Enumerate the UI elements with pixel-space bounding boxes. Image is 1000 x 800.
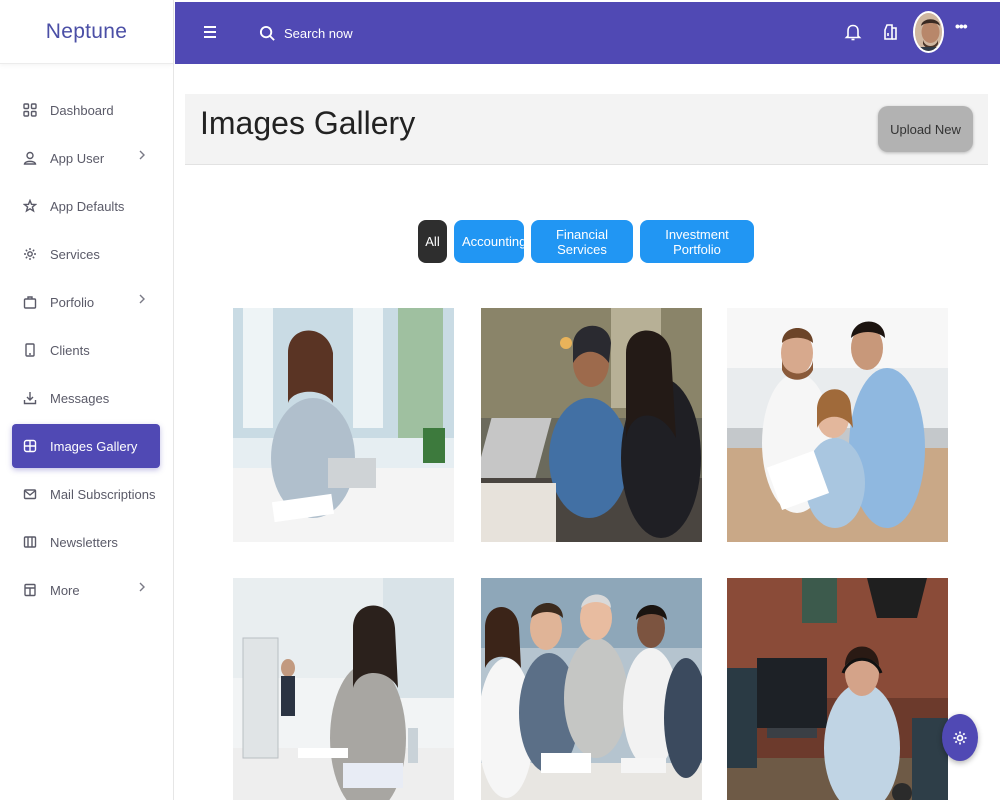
sidebar: Neptune Dashboard App User App Defaults … xyxy=(0,0,174,800)
sidebar-item-images-gallery[interactable]: Images Gallery xyxy=(12,424,160,468)
columns-icon xyxy=(22,534,38,550)
menu-icon[interactable] xyxy=(201,23,221,43)
search-icon xyxy=(259,25,275,41)
briefcase-icon xyxy=(22,294,38,310)
sidebar-item-label: Services xyxy=(50,246,100,262)
sidebar-item-label: App User xyxy=(50,150,105,166)
gallery-image-business-meeting[interactable] xyxy=(481,578,702,800)
sidebar-item-messages[interactable]: Messages xyxy=(12,376,160,420)
star-icon xyxy=(22,198,38,214)
mail-icon xyxy=(22,486,38,502)
gallery-image-team-reviewing[interactable] xyxy=(727,308,948,542)
sidebar-item-label: Images Gallery xyxy=(50,438,138,454)
page-title: Images Gallery xyxy=(200,105,416,141)
category-filters: All Accounting Financial Services Invest… xyxy=(418,220,754,263)
filter-investment-portfolio[interactable]: Investment Portfolio xyxy=(640,220,754,263)
gear-icon xyxy=(22,246,38,262)
chevron-right-icon xyxy=(136,149,150,163)
page-header: Images Gallery Upload New xyxy=(185,94,988,165)
bell-icon[interactable] xyxy=(843,22,865,44)
cube-icon[interactable] xyxy=(881,22,903,44)
filter-accounting[interactable]: Accounting xyxy=(454,220,526,263)
sidebar-item-label: Mail Subscriptions xyxy=(50,486,156,502)
sidebar-item-label: Clients xyxy=(50,342,90,358)
gear-icon xyxy=(953,731,967,744)
user-icon xyxy=(22,150,38,166)
sidebar-item-label: App Defaults xyxy=(50,198,125,214)
filter-all[interactable]: All xyxy=(418,220,447,263)
filter-financial-services[interactable]: Financial Services xyxy=(531,220,633,263)
sidebar-item-label: Dashboard xyxy=(50,102,114,118)
sidebar-nav: Dashboard App User App Defaults Services… xyxy=(0,64,173,612)
avatar[interactable] xyxy=(913,11,944,53)
grid-icon xyxy=(22,102,38,118)
tablet-icon xyxy=(22,342,38,358)
top-navbar: Search now ••• xyxy=(175,2,1000,64)
sidebar-item-label: Newsletters xyxy=(50,534,118,550)
chevron-right-icon xyxy=(136,581,150,595)
brand-logo[interactable]: Neptune xyxy=(0,0,173,64)
search-placeholder: Search now xyxy=(284,25,353,41)
sidebar-item-label: Porfolio xyxy=(50,294,95,310)
sidebar-item-mail-subscriptions[interactable]: Mail Subscriptions xyxy=(12,472,160,516)
sidebar-item-services[interactable]: Services xyxy=(12,232,160,276)
sidebar-item-clients[interactable]: Clients xyxy=(12,328,160,372)
sidebar-item-app-defaults[interactable]: App Defaults xyxy=(12,184,160,228)
app-root: Neptune Dashboard App User App Defaults … xyxy=(0,0,1000,800)
upload-new-button[interactable]: Upload New xyxy=(878,106,973,152)
sidebar-item-label: Messages xyxy=(50,390,110,406)
gallery-icon xyxy=(22,438,38,454)
brand-name: Neptune xyxy=(45,19,128,43)
more-dots-icon[interactable]: ••• xyxy=(955,18,973,38)
gallery-image-women-laptop[interactable] xyxy=(481,308,702,542)
gallery-image-woman-writing[interactable] xyxy=(233,308,454,542)
layout-icon xyxy=(22,582,38,598)
chevron-right-icon xyxy=(136,293,150,307)
sidebar-item-more[interactable]: More xyxy=(12,568,160,612)
gallery-image-man-headset[interactable] xyxy=(727,578,948,800)
sidebar-item-label: More xyxy=(50,582,80,598)
sidebar-item-newsletters[interactable]: Newsletters xyxy=(12,520,160,564)
sidebar-item-porfolio[interactable]: Porfolio xyxy=(12,280,160,324)
settings-fab-button[interactable] xyxy=(942,714,978,761)
sidebar-item-app-user[interactable]: App User xyxy=(12,136,160,180)
search-input[interactable]: Search now xyxy=(259,21,353,45)
gallery-image-woman-phone[interactable] xyxy=(233,578,454,800)
download-icon xyxy=(22,390,38,406)
sidebar-item-dashboard[interactable]: Dashboard xyxy=(12,88,160,132)
